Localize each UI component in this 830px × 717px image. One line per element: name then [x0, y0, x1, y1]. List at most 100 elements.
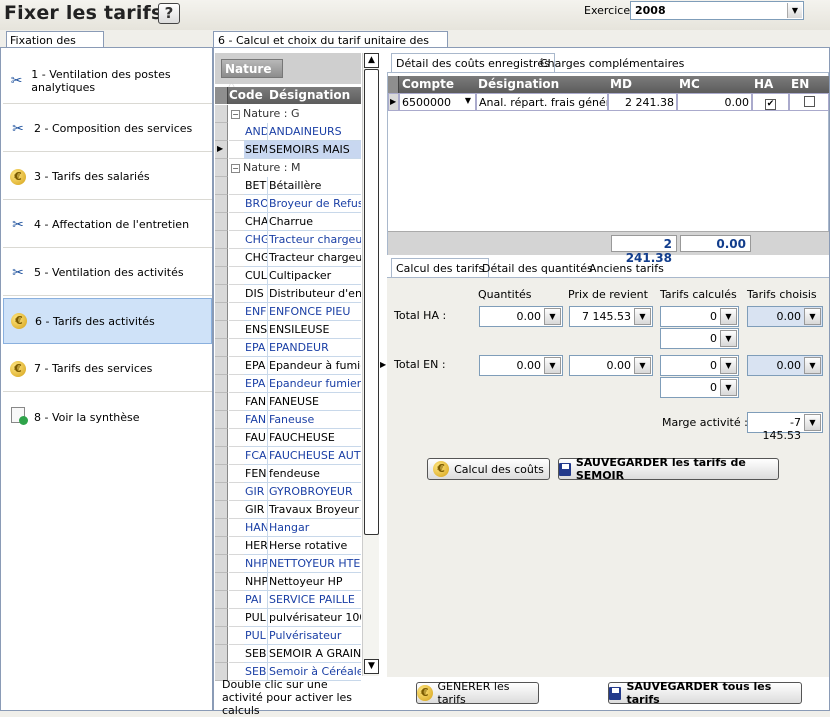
table-row[interactable]: HAN Hangar — [215, 519, 361, 537]
table-row[interactable]: EPAEpandeur à fumier — [215, 357, 361, 375]
chevron-down-icon[interactable]: ▼ — [804, 308, 821, 325]
scroll-down-icon[interactable]: ▼ — [364, 659, 379, 674]
column-header-compte[interactable]: Compte — [402, 77, 454, 91]
row-selector[interactable] — [215, 627, 228, 645]
scroll-up-icon[interactable]: ▲ — [364, 53, 379, 68]
table-row[interactable]: NHP Nettoyeur HP — [215, 573, 361, 591]
row-selector[interactable] — [215, 393, 228, 411]
table-row[interactable]: PULpulvérisateur 1000 — [215, 609, 361, 627]
row-selector[interactable] — [215, 501, 228, 519]
compte-cell[interactable]: 6500000 ▼ — [399, 93, 476, 111]
table-row[interactable]: ENF ENFONCE PIEU — [215, 303, 361, 321]
table-row[interactable]: EPA EPANDEUR — [215, 339, 361, 357]
row-selector[interactable] — [215, 555, 228, 573]
row-selector[interactable] — [215, 195, 228, 213]
tab-calcul-tarif[interactable]: 6 - Calcul et choix du tarif unitaire de… — [213, 31, 448, 60]
chevron-down-icon[interactable]: ▼ — [787, 3, 802, 18]
table-row[interactable]: DISDistributeur d'engr — [215, 285, 361, 303]
row-selector[interactable] — [215, 483, 228, 501]
table-row[interactable]: FAU FAUCHEUSE — [215, 429, 361, 447]
ha-tarif-calcule-1[interactable]: 0 ▼ — [660, 306, 739, 327]
table-row[interactable]: FEN fendeuse — [215, 465, 361, 483]
chevron-down-icon[interactable]: ▼ — [720, 357, 737, 374]
table-row[interactable]: BRO Broyeur de Refus — [215, 195, 361, 213]
row-selector[interactable] — [215, 537, 228, 555]
en-prix-input[interactable]: 0.00 ▼ — [569, 355, 653, 376]
table-row[interactable]: FAN FANEUSE — [215, 393, 361, 411]
row-selector[interactable] — [215, 231, 228, 249]
column-header-designation[interactable]: Désignation — [478, 77, 559, 91]
column-header-mc[interactable]: MC — [679, 77, 700, 91]
chevron-down-icon[interactable]: ▼ — [720, 330, 737, 347]
column-header-ha[interactable]: HA — [754, 77, 773, 91]
column-header-code[interactable]: Code — [229, 88, 263, 102]
tab-detail-quantites[interactable]: Détail des quantités — [478, 259, 597, 278]
chevron-down-icon[interactable]: ▼ — [634, 357, 651, 374]
step-ventilation-activites[interactable]: ✂ 5 - Ventilation des activités — [3, 250, 212, 296]
table-row[interactable]: SEB SEMOIR A GRAINS — [215, 645, 361, 663]
exercice-select[interactable]: 2008 ▼ — [630, 1, 804, 20]
group-by-nature-chip[interactable]: Nature △ — [221, 59, 283, 90]
table-row[interactable]: ENS ENSILEUSE — [215, 321, 361, 339]
row-selector[interactable] — [215, 465, 228, 483]
row-selector[interactable] — [215, 591, 228, 609]
en-quantite-input[interactable]: 0.00 ▼ — [479, 355, 563, 376]
table-row[interactable]: ▶ 6500000 ▼ Anal. répart. frais générau … — [388, 93, 829, 111]
chevron-down-icon[interactable]: ▼ — [804, 414, 821, 431]
table-row[interactable]: CUL Cultipacker — [215, 267, 361, 285]
row-selector[interactable] — [215, 177, 228, 195]
tab-fixation-tarifs[interactable]: Fixation des tarifs — [6, 31, 104, 60]
table-row[interactable]: FCA FAUCHEUSE AUTO — [215, 447, 361, 465]
table-row[interactable]: PUL Pulvérisateur — [215, 627, 361, 645]
table-row[interactable]: AND ANDAINEURS — [215, 123, 361, 141]
calcul-couts-button[interactable]: € Calcul des coûts — [427, 458, 550, 480]
en-checkbox[interactable] — [789, 93, 829, 111]
step-synthese[interactable]: 8 - Voir la synthèse — [3, 394, 212, 440]
ha-quantite-input[interactable]: 0.00 ▼ — [479, 306, 563, 327]
table-row[interactable]: NHP NETTOYEUR HTE P — [215, 555, 361, 573]
table-row[interactable]: CHA Charrue — [215, 213, 361, 231]
row-selector[interactable] — [215, 123, 228, 141]
chevron-down-icon[interactable]: ▼ — [544, 357, 561, 374]
chevron-down-icon[interactable]: ▼ — [804, 357, 821, 374]
ha-tarif-calcule-2[interactable]: 0 ▼ — [660, 328, 739, 349]
table-row[interactable]: ▶ SEM SEMOIRS MAIS — [215, 141, 361, 159]
row-selector[interactable] — [215, 321, 228, 339]
ha-tarif-choisi[interactable]: 0.00 ▼ — [747, 306, 823, 327]
chevron-down-icon[interactable]: ▼ — [720, 379, 737, 396]
save-all-button[interactable]: SAUVEGARDER tous les tarifs — [608, 680, 802, 706]
table-row[interactable]: BETI Bétaillère — [215, 177, 361, 195]
tab-charges-complementaires[interactable]: Charges complémentaires — [536, 54, 688, 73]
row-selector[interactable] — [215, 447, 228, 465]
en-tarif-calcule-1[interactable]: 0 ▼ — [660, 355, 739, 376]
chevron-down-icon[interactable]: ▼ — [544, 308, 561, 325]
column-header-md[interactable]: MD — [610, 77, 632, 91]
row-selector[interactable] — [215, 303, 228, 321]
table-row[interactable]: CHG Tracteur chargeur — [215, 231, 361, 249]
row-selector[interactable] — [215, 213, 228, 231]
row-selector[interactable] — [215, 267, 228, 285]
column-header-designation[interactable]: Désignation — [269, 88, 350, 102]
chevron-down-icon[interactable]: ▼ — [634, 308, 651, 325]
row-selector[interactable] — [215, 339, 228, 357]
row-selector[interactable] — [215, 429, 228, 447]
row-selector[interactable] — [215, 411, 228, 429]
ha-prix-input[interactable]: 7 145.53 ▼ — [569, 306, 653, 327]
group-row[interactable]: − Nature : G — [215, 105, 361, 123]
tab-anciens-tarifs[interactable]: Anciens tarifs — [585, 259, 668, 278]
step-tarifs-salaries[interactable]: € 3 - Tarifs des salariés — [3, 154, 212, 200]
step-ventilation-postes[interactable]: ✂ 1 - Ventilation des postes analytiques — [3, 58, 212, 104]
en-tarif-choisi[interactable]: 0.00 ▼ — [747, 355, 823, 376]
column-header-en[interactable]: EN — [791, 77, 809, 91]
tab-calcul-tarifs[interactable]: Calcul des tarifs — [391, 258, 490, 277]
save-activity-button[interactable]: SAUVEGARDER les tarifs de SEMOIR — [558, 456, 779, 482]
row-selector[interactable]: ▶ — [215, 141, 228, 159]
scroll-thumb[interactable] — [364, 69, 379, 535]
row-selector[interactable] — [215, 375, 228, 393]
chevron-down-icon[interactable]: ▼ — [720, 308, 737, 325]
ha-checkbox[interactable]: ✔ — [752, 93, 789, 111]
en-tarif-calcule-2[interactable]: 0 ▼ — [660, 377, 739, 398]
row-selector[interactable] — [215, 285, 228, 303]
step-tarifs-services[interactable]: € 7 - Tarifs des services — [3, 346, 212, 392]
table-row[interactable]: HER Herse rotative — [215, 537, 361, 555]
